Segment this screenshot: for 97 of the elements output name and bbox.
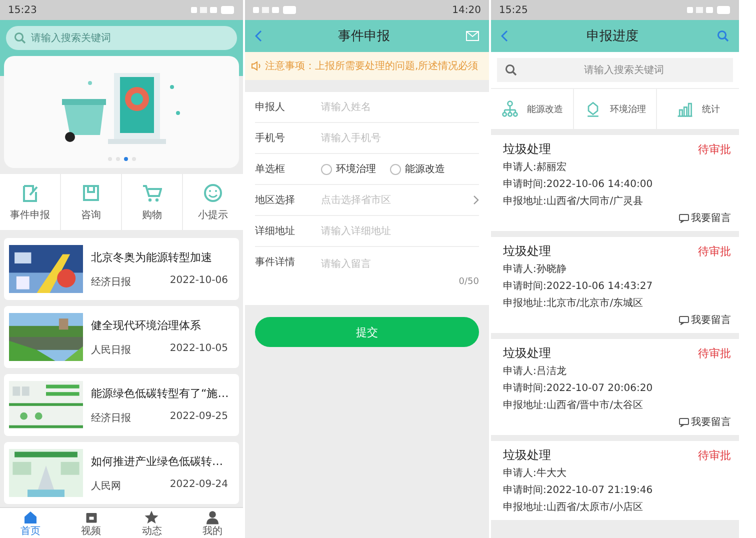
comment-button[interactable]: 我要留言 xyxy=(679,416,731,429)
status-icons xyxy=(687,6,731,14)
bar-chart-icon xyxy=(676,100,694,118)
address-text: 申报地址:山西省/太原市/小店区 xyxy=(503,501,644,514)
record-title: 垃圾处理 xyxy=(503,244,551,259)
nav-tab[interactable]: 视频 xyxy=(60,508,122,538)
back-icon[interactable] xyxy=(501,30,508,42)
category-button[interactable]: 统计 xyxy=(657,89,739,129)
record-card[interactable]: 垃圾处理 待审批 申请人:孙晓静 申请时间:2022-10-06 14:43:27 申报地址:北京市/北京市/东城区 我要留言 xyxy=(491,237,739,333)
notice-text: 注意事项：上报所需要处理的问题,所述情况必须 xyxy=(265,60,478,73)
field-label: 事件详情 xyxy=(255,256,296,269)
time-text: 申请时间:2022-10-06 14:43:27 xyxy=(503,280,654,293)
back-icon[interactable] xyxy=(255,30,262,42)
input-field[interactable]: 请输入手机号 xyxy=(321,132,479,144)
shortcut-button[interactable]: 小提示 xyxy=(183,174,243,230)
record-card[interactable]: 垃圾处理 待审批 申请人:牛大大 申请时间:2022-10-07 21:19:46 申报地址:山西省/太原市/小店区 xyxy=(491,441,739,520)
address-text: 申报地址:山西省/晋中市/太谷区 xyxy=(503,399,644,412)
applicant-text: 申请人:郝丽宏 xyxy=(503,161,568,174)
category-button[interactable]: 环境治理 xyxy=(574,89,656,129)
chevron-icon xyxy=(473,195,479,205)
carousel-dot[interactable] xyxy=(124,157,128,161)
record-title: 垃圾处理 xyxy=(503,142,551,157)
banner-card[interactable] xyxy=(4,56,239,168)
time-text: 申请时间:2022-10-06 14:40:00 xyxy=(503,178,654,191)
news-card[interactable]: 健全现代环境治理体系 人民日报 2022-10-05 xyxy=(4,306,239,368)
cart-icon xyxy=(142,183,162,203)
search-icon xyxy=(14,32,26,44)
home-icon xyxy=(22,510,38,525)
star-icon xyxy=(144,510,160,525)
news-title: 北京冬奥为能源转型加速 xyxy=(91,250,213,264)
comment-icon xyxy=(679,418,689,427)
input-field[interactable]: 请输入姓名 xyxy=(321,102,479,112)
applicant-text: 申请人:吕洁龙 xyxy=(503,365,568,378)
comment-icon xyxy=(679,214,689,223)
news-date: 2022-09-24 xyxy=(170,478,228,492)
picker-placeholder: 点击选择省市区 xyxy=(321,194,391,207)
category-button[interactable]: 能源改造 xyxy=(491,89,573,129)
news-title: 能源绿色低碳转型有了“施… xyxy=(91,386,230,400)
address-text: 申报地址:山西省/大同市/广灵县 xyxy=(503,195,644,208)
news-card[interactable]: 北京冬奥为能源转型加速 经济日报 2022-10-06 xyxy=(4,238,239,300)
applicant-text: 申请人:孙晓静 xyxy=(503,263,568,276)
record-card[interactable]: 垃圾处理 待审批 申请人:吕洁龙 申请时间:2022-10-07 20:06:20 申报地址:山西省/晋中市/太谷区 我要留言 xyxy=(491,339,739,435)
news-title: 如何推进产业绿色低碳转… xyxy=(91,454,224,468)
status-time: 14:20 xyxy=(452,4,481,16)
news-source: 经济日报 xyxy=(91,412,131,424)
comment-button[interactable]: 我要留言 xyxy=(679,212,731,225)
field-label: 地区选择 xyxy=(255,194,296,207)
field-label: 详细地址 xyxy=(255,224,296,238)
news-date: 2022-09-25 xyxy=(170,410,228,424)
comment-icon xyxy=(679,316,689,325)
news-source: 人民日报 xyxy=(91,344,131,356)
news-date: 2022-10-06 xyxy=(170,274,228,288)
status-label: 待审批 xyxy=(698,448,731,463)
status-icons xyxy=(191,6,235,14)
field-label: 手机号 xyxy=(255,132,286,145)
status-label: 待审批 xyxy=(698,346,731,361)
box-icon xyxy=(81,183,101,203)
status-time: 15:23 xyxy=(8,4,37,16)
screen-title: 事件申报 xyxy=(338,28,390,45)
mail-icon[interactable] xyxy=(466,31,479,41)
nav-tab[interactable]: 动态 xyxy=(122,508,182,538)
smile-icon xyxy=(203,183,223,203)
person-icon xyxy=(205,510,220,525)
search-icon xyxy=(717,30,729,42)
shortcut-button[interactable]: 购物 xyxy=(122,174,182,230)
record-title: 垃圾处理 xyxy=(503,448,551,463)
char-counter: 0/50 xyxy=(458,277,479,287)
screen-title: 申报进度 xyxy=(586,28,638,45)
nav-tab[interactable]: 首页 xyxy=(0,508,61,538)
radio-option[interactable]: 能源改造 xyxy=(390,162,445,176)
news-source: 人民网 xyxy=(91,480,121,492)
applicant-text: 申请人:牛大大 xyxy=(503,467,568,480)
news-title: 健全现代环境治理体系 xyxy=(91,318,202,332)
report-icon xyxy=(20,183,40,203)
time-text: 申请时间:2022-10-07 21:19:46 xyxy=(503,484,654,497)
record-card[interactable]: 垃圾处理 待审批 申请人:郝丽宏 申请时间:2022-10-06 14:40:00 申报地址:山西省/大同市/广灵县 我要留言 xyxy=(491,135,739,231)
status-icons xyxy=(253,6,297,14)
news-date: 2022-10-05 xyxy=(170,342,228,356)
time-text: 申请时间:2022-10-07 20:06:20 xyxy=(503,382,654,395)
address-text: 申报地址:北京市/北京市/东城区 xyxy=(503,297,644,310)
speaker-icon xyxy=(251,61,261,71)
field-label: 单选框 xyxy=(255,162,286,176)
status-label: 待审批 xyxy=(698,142,731,157)
search-icon xyxy=(505,64,517,76)
comment-button[interactable]: 我要留言 xyxy=(679,314,731,327)
news-card[interactable]: 如何推进产业绿色低碳转… 人民网 2022-09-24 xyxy=(4,442,239,504)
hierarchy-icon xyxy=(501,100,519,118)
news-card[interactable]: 能源绿色低碳转型有了“施… 经济日报 2022-09-25 xyxy=(4,374,239,436)
status-time: 15:25 xyxy=(499,4,528,16)
shortcut-button[interactable]: 事件申报 xyxy=(0,174,60,230)
news-source: 经济日报 xyxy=(91,276,131,288)
radio-option[interactable]: 环境治理 xyxy=(321,162,376,176)
shortcut-button[interactable]: 咨询 xyxy=(61,174,121,230)
nav-tab[interactable]: 我的 xyxy=(182,508,243,538)
record-title: 垃圾处理 xyxy=(503,346,551,361)
field-label: 申报人 xyxy=(255,100,286,114)
status-label: 待审批 xyxy=(698,244,731,259)
